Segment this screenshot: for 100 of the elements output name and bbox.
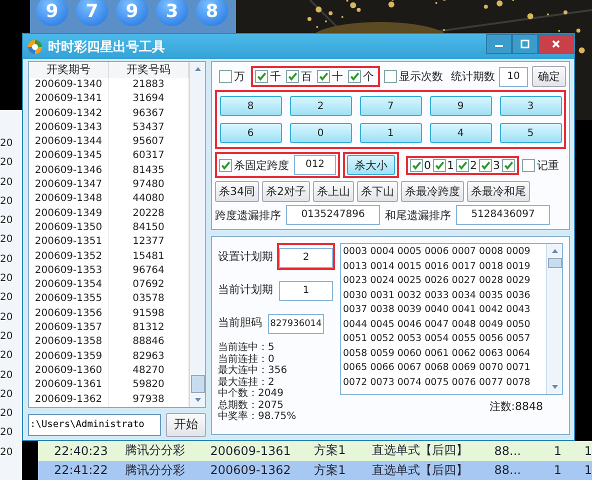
number-button[interactable]: 1 <box>360 123 422 143</box>
start-button[interactable]: 开始 <box>166 412 206 437</box>
checkbox[interactable] <box>219 70 232 83</box>
checkbox[interactable] <box>502 158 515 172</box>
checkbox-label: 个 <box>363 69 374 84</box>
checkbox[interactable] <box>479 158 492 172</box>
result-line: 0058 0059 0060 0061 0062 0063 0064 <box>343 346 532 360</box>
checkbox[interactable] <box>219 158 232 172</box>
checkbox-label: 千 <box>270 69 281 84</box>
table-cell: 200609-1351 <box>29 235 109 250</box>
scroll-up-icon[interactable] <box>550 248 558 254</box>
number-button[interactable]: 2 <box>290 96 352 116</box>
scroll-thumb[interactable] <box>548 258 562 268</box>
span-field[interactable]: 012 <box>294 155 336 175</box>
table-cell-text: 腾讯分分彩 <box>124 462 186 479</box>
number-button[interactable]: 5 <box>500 123 562 143</box>
kill-button[interactable]: 杀最冷和尾 <box>467 181 530 202</box>
table-cell-text: 20 <box>0 292 14 306</box>
field-label: 设置计划期 <box>218 249 273 264</box>
number-button[interactable]: 6 <box>220 123 282 143</box>
period-field[interactable]: 1 <box>279 281 333 301</box>
confirm-button[interactable]: 确定 <box>532 66 566 87</box>
table-cell-text: 直选单式【后四】 <box>371 442 470 460</box>
number-ball: 8 <box>196 0 228 26</box>
path-field[interactable]: :\Users\Administrato <box>28 414 161 436</box>
kill-button[interactable]: 杀2对子 <box>262 181 310 202</box>
table-cell-text: 20 <box>0 234 14 248</box>
checkbox[interactable] <box>255 70 268 83</box>
miss-order-field[interactable]: 0135247896 <box>286 205 380 225</box>
stat-text: 最大连中：356 <box>218 365 288 376</box>
scrollbar[interactable] <box>189 62 205 407</box>
minimize-button[interactable] <box>486 34 512 54</box>
stat-text: 当前连中：5 <box>218 342 276 354</box>
table-cell-text: 88... <box>493 463 522 478</box>
table-row[interactable]: 22:41:22 腾讯分分彩 200609-1362 方案1 直选单式【后四】 88... 1 1 <box>38 460 592 480</box>
field-label: 统计期数 <box>451 69 495 84</box>
checkbox[interactable] <box>410 158 423 172</box>
checkbox[interactable] <box>456 158 469 172</box>
number-button[interactable]: 4 <box>430 123 492 143</box>
checkbox-label: 显示次数 <box>399 69 443 84</box>
scroll-thumb[interactable] <box>190 374 204 393</box>
results-box[interactable] <box>340 243 563 395</box>
table-cell-text: 22:41:22 <box>53 463 109 478</box>
checkbox[interactable] <box>348 70 361 83</box>
number-ball: 3 <box>156 0 188 26</box>
checkbox[interactable] <box>433 158 446 172</box>
kill-button[interactable]: 杀最冷跨度 <box>401 181 464 202</box>
table-cell: 200609-1341 <box>29 92 109 107</box>
table-cell: 200609-1344 <box>29 135 109 150</box>
scroll-up-icon[interactable] <box>194 66 202 72</box>
table-cell: 200609-1356 <box>29 306 109 322</box>
result-line: 0003 0004 0005 0006 0007 0008 0009 <box>343 245 532 259</box>
kill-button[interactable]: 杀下山 <box>357 181 398 202</box>
table-cell: 200609-1350 <box>29 220 109 236</box>
checkbox[interactable] <box>286 70 299 83</box>
checkbox[interactable] <box>522 158 535 172</box>
kill-button[interactable]: 杀上山 <box>313 181 354 202</box>
checkbox-label: 0 <box>424 158 431 172</box>
table-cell-text: 腾讯分分彩 <box>124 442 186 460</box>
table-cell-text: 20 <box>0 312 14 325</box>
stat-text: 当前连挂：0 <box>218 354 276 364</box>
result-line: 0030 0031 0032 0033 0034 0035 0036 <box>343 288 532 302</box>
table-cell-text: 20 <box>0 388 14 402</box>
table-cell: 200609-1355 <box>29 292 109 307</box>
scroll-down-icon[interactable] <box>550 384 558 390</box>
close-button[interactable] <box>538 34 574 54</box>
table-cell-text: 20 <box>0 138 14 151</box>
number-button[interactable]: 7 <box>360 96 422 116</box>
table-cell: 200609-1343 <box>29 120 109 136</box>
number-button[interactable]: 3 <box>500 96 562 116</box>
checkbox-label: 万 <box>234 69 245 84</box>
number-button[interactable]: 0 <box>290 123 352 143</box>
table-cell-text: 20 <box>0 330 14 344</box>
maximize-button[interactable] <box>512 34 538 54</box>
checkbox[interactable] <box>317 70 330 83</box>
table-cell-text: 20 <box>0 196 14 209</box>
checkbox-label: 百 <box>301 69 312 84</box>
column-header[interactable]: 开奖号码 <box>109 62 189 78</box>
checkbox-label: 2 <box>470 158 477 172</box>
checkbox[interactable] <box>384 70 397 83</box>
table-row[interactable]: 22:40:23 腾讯分分彩 200609-1361 方案1 直选单式【后四】 88... 1 1 <box>38 441 592 460</box>
note-count: 注数:8848 <box>489 399 543 414</box>
period-field[interactable]: 2 <box>279 248 333 268</box>
periods-field[interactable]: 10 <box>499 66 528 86</box>
code-field[interactable]: 827936014 <box>268 314 324 334</box>
table-cell: 200609-1348 <box>29 192 109 207</box>
stat-text: 最大连挂：2 <box>218 376 276 388</box>
scrollbar[interactable] <box>546 244 562 394</box>
number-button[interactable]: 9 <box>430 96 492 116</box>
kill-button[interactable]: 杀34同 <box>215 181 259 202</box>
table-cell: 200609-1362 <box>29 392 109 407</box>
table-cell-text: 20 <box>0 370 14 383</box>
kill-size-button[interactable]: 杀大小 <box>347 155 395 175</box>
table-cell: 200609-1357 <box>29 321 109 336</box>
scroll-down-icon[interactable] <box>194 396 202 403</box>
column-header[interactable]: 开奖期号 <box>29 62 109 78</box>
miss-order-field[interactable]: 5128436097 <box>456 205 550 225</box>
table-cell: 200609-1361 <box>29 378 109 393</box>
table-cell-text: 1 <box>552 444 562 458</box>
number-button[interactable]: 8 <box>220 96 282 116</box>
